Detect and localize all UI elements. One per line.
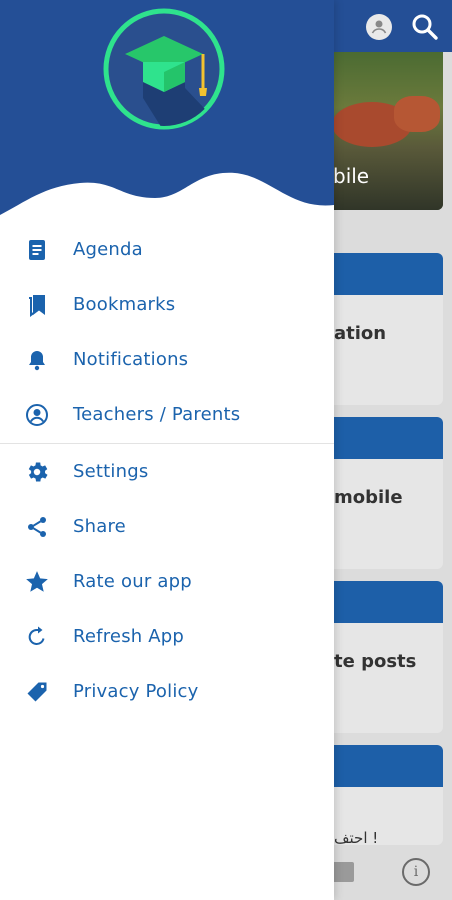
graduation-cap-logo-icon [103, 8, 225, 130]
menu-item-refresh-app[interactable]: Refresh App [0, 609, 334, 664]
menu-item-label: Bookmarks [73, 294, 176, 315]
account-circle-icon [24, 402, 50, 428]
info-icon[interactable]: i [402, 858, 430, 886]
menu-item-label: Agenda [73, 239, 143, 260]
menu-item-label: Teachers / Parents [73, 404, 241, 425]
menu-item-rate-our-app[interactable]: Rate our app [0, 554, 334, 609]
hero-caption: bile [333, 164, 370, 188]
post-card-title: te posts [334, 651, 417, 672]
menu-item-teachers-parents[interactable]: Teachers / Parents [0, 387, 334, 442]
agenda-icon [24, 237, 50, 263]
menu-item-share[interactable]: Share [0, 499, 334, 554]
post-card-title: احتف ! [334, 829, 379, 845]
search-icon[interactable] [410, 12, 440, 42]
navigation-drawer: Agenda Bookmarks Notifications Teachers … [0, 0, 334, 900]
menu-item-label: Refresh App [73, 626, 185, 647]
folder-icon[interactable] [332, 862, 354, 882]
star-icon [24, 569, 50, 595]
menu-item-label: Share [73, 516, 126, 537]
post-card-title: mobile [334, 487, 403, 508]
user-avatar-icon[interactable] [366, 14, 392, 40]
menu-item-agenda[interactable]: Agenda [0, 222, 334, 277]
post-card-title: ation [334, 323, 387, 344]
menu-item-privacy-policy[interactable]: Privacy Policy [0, 664, 334, 719]
drawer-header [0, 0, 334, 215]
menu-item-label: Privacy Policy [73, 681, 199, 702]
menu-item-label: Notifications [73, 349, 189, 370]
tag-icon [24, 679, 50, 705]
menu-item-settings[interactable]: Settings [0, 444, 334, 499]
gear-icon [24, 459, 50, 485]
bookmark-icon [24, 292, 50, 318]
share-icon [24, 514, 50, 540]
drawer-menu: Agenda Bookmarks Notifications Teachers … [0, 222, 334, 719]
menu-item-bookmarks[interactable]: Bookmarks [0, 277, 334, 332]
bell-icon [24, 347, 50, 373]
menu-item-label: Rate our app [73, 571, 192, 592]
menu-item-label: Settings [73, 461, 149, 482]
refresh-icon [24, 624, 50, 650]
header-wave-shape [0, 172, 334, 215]
menu-item-notifications[interactable]: Notifications [0, 332, 334, 387]
